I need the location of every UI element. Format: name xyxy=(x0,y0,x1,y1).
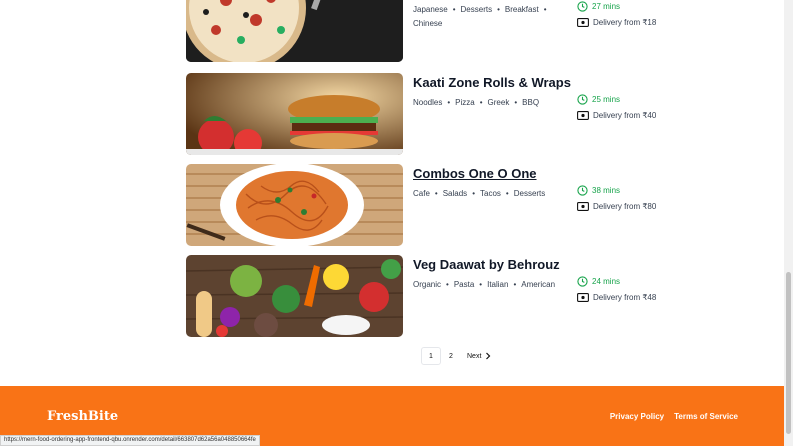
restaurant-name[interactable]: Veg Daawat by Behrouz xyxy=(413,257,560,272)
restaurant-name[interactable]: Combos One O One xyxy=(413,166,537,181)
restaurant-card[interactable]: Kaati Zone Rolls & Wraps Noodles • Pizza • G… xyxy=(186,73,666,155)
cuisine-tags: Noodles • Pizza • Greek • BBQ xyxy=(413,98,540,107)
banknote-icon xyxy=(577,202,589,211)
restaurant-card[interactable]: Combos One O One Cafe • Salads • Tacos • Desse… xyxy=(186,164,666,246)
page-1-button[interactable]: 1 xyxy=(421,347,441,365)
delivery-time: 25 mins xyxy=(577,94,620,105)
clock-icon xyxy=(577,1,588,12)
delivery-time: 27 mins xyxy=(577,1,620,12)
delivery-time: 24 mins xyxy=(577,276,620,287)
restaurant-image xyxy=(186,73,403,155)
restaurant-image xyxy=(186,0,403,62)
banknote-icon xyxy=(577,111,589,120)
next-page-button[interactable]: Next xyxy=(467,352,491,360)
delivery-price: Delivery from ₹18 xyxy=(577,18,656,27)
terms-of-service-link[interactable]: Terms of Service xyxy=(674,412,738,421)
scrollbar-thumb[interactable] xyxy=(786,272,791,434)
chevron-right-icon xyxy=(486,352,491,360)
restaurant-image xyxy=(186,164,403,246)
banknote-icon xyxy=(577,293,589,302)
vertical-scrollbar[interactable] xyxy=(784,0,793,446)
brand-logo[interactable]: FreshBite xyxy=(47,409,118,424)
delivery-price: Delivery from ₹48 xyxy=(577,293,656,302)
clock-icon xyxy=(577,185,588,196)
restaurant-card[interactable]: Japanese • Desserts • Breakfast • Chinese 27 m… xyxy=(186,0,666,62)
search-results: Japanese • Desserts • Breakfast • Chinese 27 m… xyxy=(0,0,784,386)
footer-links: Privacy Policy Terms of Service xyxy=(610,412,738,421)
pagination: 1 2 Next xyxy=(421,347,491,365)
restaurant-card[interactable]: Veg Daawat by Behrouz Organic • Pasta • Ital… xyxy=(186,255,666,337)
page: Japanese • Desserts • Breakfast • Chinese 27 m… xyxy=(0,0,793,446)
cuisine-tags: Japanese • Desserts • Breakfast • Chinese xyxy=(413,5,547,28)
banknote-icon xyxy=(577,18,589,27)
cuisine-tags: Organic • Pasta • Italian • American xyxy=(413,280,556,289)
clock-icon xyxy=(577,94,588,105)
restaurant-image xyxy=(186,255,403,337)
restaurant-name[interactable]: Kaati Zone Rolls & Wraps xyxy=(413,75,571,90)
privacy-policy-link[interactable]: Privacy Policy xyxy=(610,412,664,421)
delivery-time: 38 mins xyxy=(577,185,620,196)
clock-icon xyxy=(577,276,588,287)
cuisine-tags: Cafe • Salads • Tacos • Desserts xyxy=(413,189,546,198)
page-2-button[interactable]: 2 xyxy=(441,347,461,365)
delivery-price: Delivery from ₹80 xyxy=(577,202,656,211)
delivery-price: Delivery from ₹40 xyxy=(577,111,656,120)
link-status-bar: https://mern-food-ordering-app-frontend-… xyxy=(0,435,260,446)
next-label: Next xyxy=(467,352,482,360)
